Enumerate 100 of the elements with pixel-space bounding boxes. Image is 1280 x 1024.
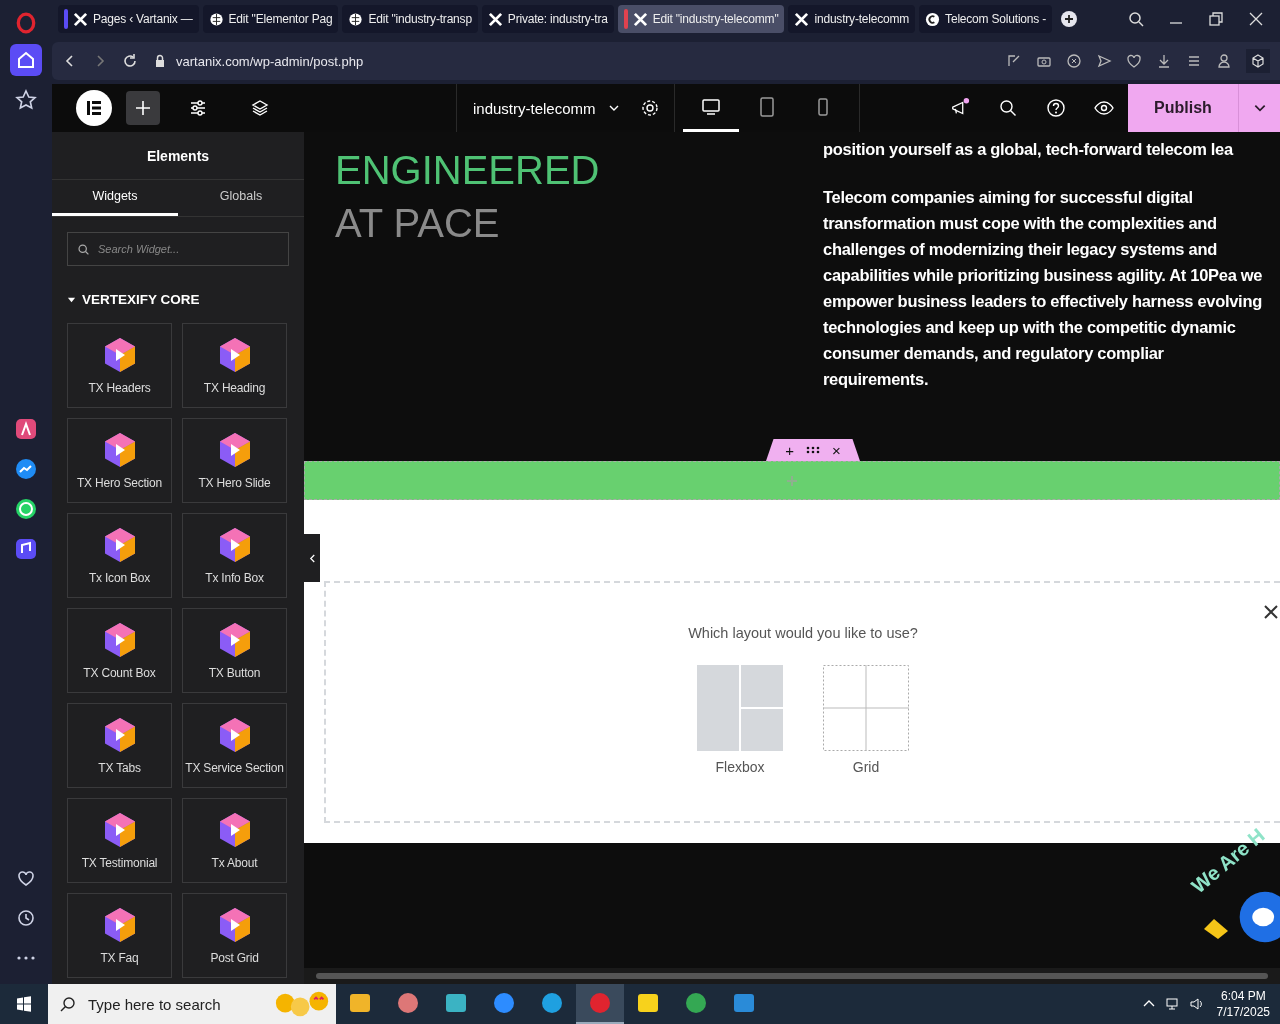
x-logo-icon — [73, 11, 88, 27]
layout-option-label[interactable]: Flexbox — [715, 759, 765, 775]
edit-icon[interactable] — [1006, 53, 1022, 69]
download-icon[interactable] — [1156, 53, 1172, 69]
widget-card[interactable]: TX Count Box — [67, 608, 172, 693]
widget-card[interactable]: TX Headers — [67, 323, 172, 408]
desktop-icon[interactable] — [700, 96, 721, 117]
delete-section-control[interactable]: × — [832, 441, 841, 459]
x-logo-icon — [487, 11, 503, 27]
browser-tab[interactable]: Private: industry-tra — [481, 5, 614, 33]
chat-badge-text: We Are H — [1187, 823, 1270, 898]
address-field[interactable]: vartanix.com/wp-admin/post.php — [176, 53, 364, 69]
new-tab-icon[interactable] — [1060, 10, 1079, 28]
chevron-left-icon[interactable] — [308, 553, 316, 563]
widget-label: Post Grid — [210, 950, 259, 965]
search-icon[interactable] — [1128, 11, 1144, 27]
site-logo-icon — [925, 11, 941, 27]
elementor-logo-icon[interactable] — [76, 90, 112, 126]
widget-card[interactable]: TX Hero Section — [67, 418, 172, 503]
browser-tab[interactable]: Edit "Elementor Pag — [202, 5, 339, 33]
help-icon[interactable] — [1046, 98, 1066, 118]
widget-label: TX Count Box — [83, 665, 156, 680]
clock-time[interactable]: 6:04 PM — [1220, 988, 1266, 1004]
panel-tab[interactable]: Globals — [178, 180, 304, 216]
widget-label: TX Heading — [203, 380, 266, 395]
category-title[interactable]: VERTEXIFY CORE — [82, 292, 200, 307]
layout-option-label[interactable]: Grid — [852, 759, 880, 775]
x-logo-icon — [794, 11, 810, 27]
opera-logo-icon[interactable] — [15, 10, 37, 36]
browser-tab[interactable]: industry-telecomm — [788, 5, 916, 33]
restore-icon[interactable] — [1208, 11, 1224, 27]
widget-cube-icon — [217, 716, 252, 753]
x-logo-icon — [632, 11, 648, 27]
widget-card[interactable]: TX Hero Slide — [182, 418, 287, 503]
network-icon[interactable] — [1164, 996, 1181, 1012]
widget-card[interactable]: Tx Icon Box — [67, 513, 172, 598]
widget-cube-icon — [102, 526, 137, 563]
section-handle[interactable]: + × — [766, 439, 860, 461]
browser-tab[interactable]: Edit "industry-telecomm" — [617, 5, 785, 33]
widget-cube-icon — [217, 906, 252, 943]
widget-label: Tx Icon Box — [88, 570, 151, 585]
speaker-icon[interactable] — [1188, 996, 1205, 1012]
widget-card[interactable]: TX Button — [182, 608, 287, 693]
widget-cube-icon — [217, 526, 252, 563]
document-dropdown[interactable]: industry-telecomm — [473, 99, 596, 117]
search-icon[interactable] — [998, 98, 1018, 118]
browser-tab[interactable]: Pages ‹ Vartanix — — [58, 5, 199, 33]
add-section-control[interactable]: + — [785, 441, 794, 459]
plus-icon — [786, 474, 798, 487]
widget-card[interactable]: Tx Info Box — [182, 513, 287, 598]
widget-card[interactable]: TX Service Section — [182, 703, 287, 788]
add-icon[interactable] — [126, 91, 160, 125]
widget-card[interactable]: TX Faq — [67, 893, 172, 978]
shield-icon[interactable] — [1066, 53, 1082, 69]
widget-card[interactable]: TX Heading — [182, 323, 287, 408]
send-icon[interactable] — [1096, 53, 1112, 69]
settings-sliders-icon[interactable] — [188, 98, 208, 118]
widget-cube-icon — [217, 811, 252, 848]
globe-icon — [208, 11, 224, 27]
taskbar-search-field[interactable]: Type here to search — [48, 984, 336, 1024]
widget-label: Tx Info Box — [205, 570, 264, 585]
widget-cube-icon — [102, 336, 137, 373]
browser-tab[interactable]: Telecom Solutions - — [919, 5, 1053, 33]
widget-label: TX Hero Slide — [198, 475, 271, 490]
heart-icon[interactable] — [1126, 53, 1142, 69]
drag-icon[interactable] — [806, 446, 820, 454]
publish-button[interactable]: Publish — [1128, 84, 1238, 132]
heading: ENGINEERED — [335, 147, 601, 194]
widget-cube-icon — [217, 431, 252, 468]
paragraph: position yourself as a global, tech-forward telecom lea — [823, 139, 1235, 160]
widget-cube-icon — [217, 336, 252, 373]
widget-cube-icon — [217, 621, 252, 658]
clock-date[interactable]: 7/17/2025 — [1216, 1004, 1270, 1020]
menu-icon[interactable] — [1186, 53, 1202, 69]
widget-cube-icon — [102, 716, 137, 753]
profile-icon[interactable] — [1216, 53, 1232, 69]
home-icon[interactable] — [10, 44, 42, 76]
cube-icon[interactable] — [1246, 49, 1270, 73]
widget-card[interactable]: TX Tabs — [67, 703, 172, 788]
close-icon[interactable] — [1264, 605, 1278, 619]
search-field[interactable]: Search Widget... — [67, 232, 289, 266]
widget-card[interactable]: TX Testimonial — [67, 798, 172, 883]
browser-tab[interactable]: Edit "industry-transp — [342, 5, 478, 33]
widget-label: TX Tabs — [98, 760, 141, 775]
windows-start-icon[interactable] — [16, 996, 32, 1012]
widget-label: TX Faq — [100, 950, 139, 965]
widget-card[interactable]: Tx About — [182, 798, 287, 883]
reload-icon[interactable] — [122, 53, 138, 69]
widget-card[interactable]: Post Grid — [182, 893, 287, 978]
caret-icon[interactable] — [67, 295, 76, 304]
widget-cube-icon — [102, 431, 137, 468]
eye-icon[interactable] — [1094, 98, 1114, 118]
widget-label: Tx About — [211, 855, 258, 870]
layers-icon[interactable] — [250, 98, 270, 118]
horizontal-scrollbar[interactable] — [304, 968, 1280, 984]
panel-tab[interactable]: Widgets — [52, 180, 178, 216]
search-icon — [77, 243, 90, 256]
layout-question: Which layout would you like to use? — [688, 625, 918, 641]
settings-icon[interactable] — [639, 98, 660, 118]
widget-cube-icon — [102, 906, 137, 943]
